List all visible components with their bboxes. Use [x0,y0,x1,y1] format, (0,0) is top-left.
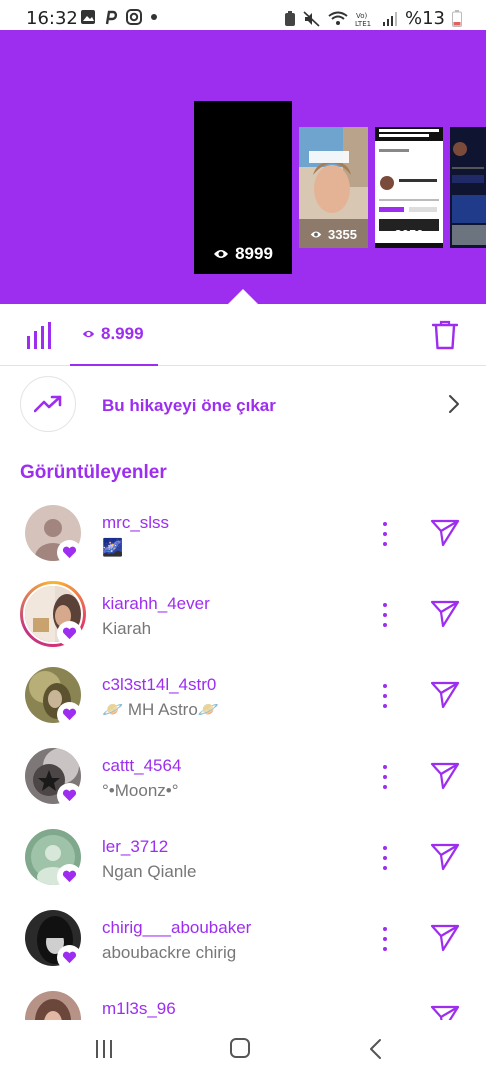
trending-up-icon [34,395,62,413]
heart-icon [57,864,82,889]
pinterest-icon [105,10,118,25]
more-options-icon[interactable] [376,681,394,711]
eye-icon [214,250,229,258]
viewer-row[interactable]: mrc_slss 🌌 [0,505,486,586]
bar-chart-icon[interactable] [26,322,52,350]
viewer-username[interactable]: m1l3s_96 [102,999,176,1019]
story-views: 8999 [235,244,273,263]
viewer-row[interactable]: c3l3st14l_4str0 🪐 MH Astro🪐 [0,667,486,748]
viewer-subtitle: aboubackre chirig [102,943,237,962]
viewer-username[interactable]: chirig___aboubaker [102,918,251,938]
viewer-row[interactable]: chirig___aboubaker aboubackre chirig [0,910,486,991]
instagram-icon [126,9,142,25]
battery-icon [452,10,462,27]
viewer-username[interactable]: ler_3712 [102,837,168,857]
viewer-username[interactable]: cattt_4564 [102,756,181,776]
story-thumb-image [450,127,486,248]
eye-icon [82,330,95,338]
promote-icon-circle [20,376,76,432]
avatar[interactable] [25,991,81,1020]
back-icon[interactable] [368,1038,382,1060]
svg-text:Vo): Vo) [356,12,368,20]
signal-icon [382,11,397,26]
battery-saver-icon [284,10,295,26]
heart-icon [57,621,82,646]
more-options-icon[interactable] [376,762,394,792]
send-icon[interactable] [430,924,460,952]
trash-icon[interactable] [432,320,458,350]
story-thumb[interactable]: 3355 [299,127,368,248]
chevron-right-icon [449,395,459,413]
story-thumb[interactable] [450,127,486,248]
home-icon[interactable] [230,1038,250,1058]
send-icon[interactable] [430,843,460,871]
promote-story-row[interactable]: Bu hikayeyi öne çıkar [0,366,486,444]
story-views: 2050 [394,227,424,242]
send-icon[interactable] [430,681,460,709]
dot-icon [151,14,157,20]
story-views: 3355 [328,227,357,242]
system-nav-bar [0,1020,486,1080]
story-thumb-selected[interactable]: 8999 [194,101,292,274]
story-insights-tabs: 8.999 [0,304,486,366]
tab-views[interactable]: 8.999 [70,304,158,366]
tab-views-count: 8.999 [101,324,144,343]
send-icon[interactable] [430,519,460,547]
heart-icon [57,783,82,808]
viewer-row[interactable]: ler_3712 Ngan Qianle [0,829,486,910]
viewer-username[interactable]: c3l3st14l_4str0 [102,675,216,695]
viewer-username[interactable]: kiarahh_4ever [102,594,210,614]
send-icon[interactable] [430,762,460,790]
viewer-row[interactable]: cattt_4564 °•Moonz•° [0,748,486,829]
battery-percent: %13 [404,8,445,29]
viewer-subtitle: °•Moonz•° [102,781,179,800]
more-options-icon[interactable] [376,519,394,549]
send-icon[interactable] [430,600,460,628]
more-options-icon[interactable] [376,924,394,954]
more-options-icon[interactable] [376,600,394,630]
mute-icon [303,10,320,27]
volte-icon: Vo)LTE1 [355,12,371,27]
svg-text:LTE1: LTE1 [355,20,371,27]
heart-icon [57,945,82,970]
viewer-username[interactable]: mrc_slss [102,513,169,533]
promote-story-label: Bu hikayeyi öne çıkar [102,396,276,415]
viewer-subtitle: 🪐 MH Astro🪐 [102,700,219,719]
more-options-icon[interactable] [376,843,394,873]
send-icon[interactable] [430,1005,460,1020]
status-time: 16:32 [26,8,78,29]
gallery-icon [81,10,95,24]
viewers-title: Görüntüleyenler [20,462,167,483]
wifi-icon [328,11,348,25]
viewer-row[interactable]: m1l3s_96 [0,991,486,1020]
eye-icon [310,231,322,238]
selected-story-pointer [228,289,258,304]
story-thumb[interactable]: 2050 [375,127,443,248]
recent-apps-icon[interactable] [94,1039,114,1059]
heart-icon [57,702,82,727]
heart-icon [57,540,82,565]
viewer-row[interactable]: kiarahh_4ever Kiarah [0,581,486,667]
viewer-subtitle: Kiarah [102,619,152,638]
viewer-subtitle: Ngan Qianle [102,862,197,881]
viewer-subtitle: 🌌 [102,538,124,557]
